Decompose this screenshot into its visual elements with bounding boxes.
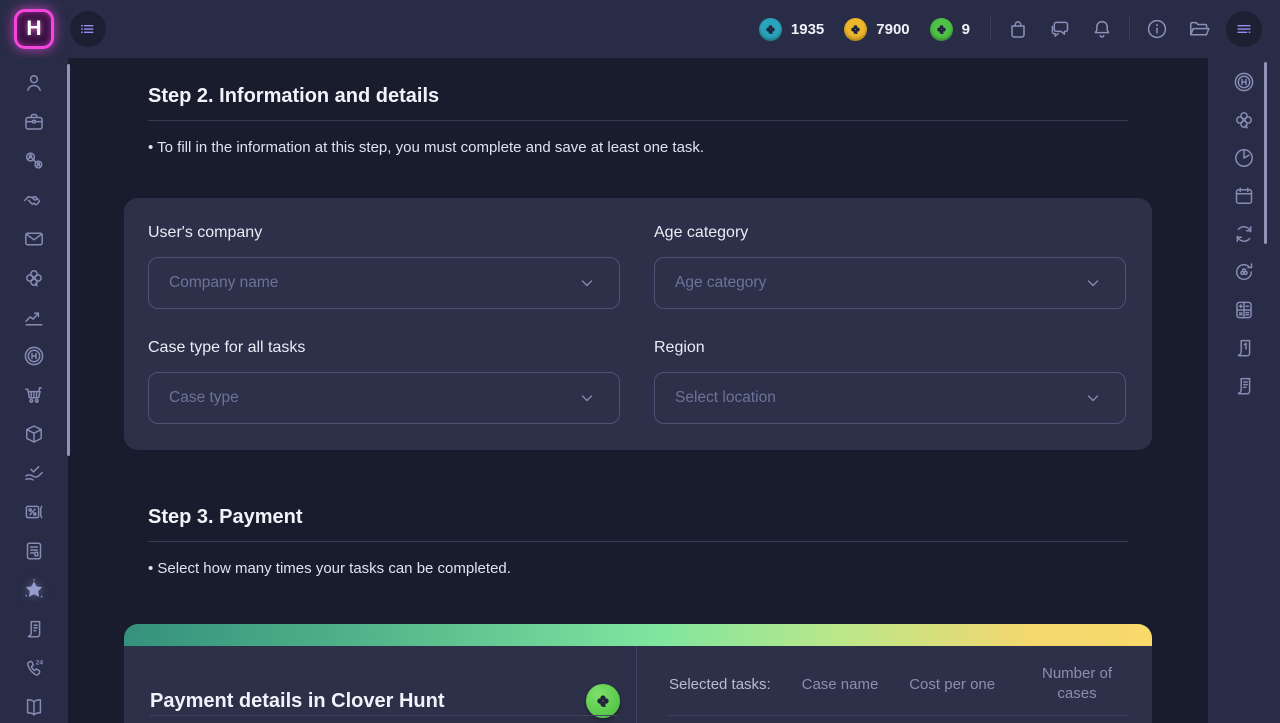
- selected-tasks-table-header: Selected tasks: Case name Cost per one N…: [636, 646, 1152, 723]
- payment-title: Payment details in Clover Hunt: [150, 687, 445, 715]
- clover-coin-green-icon: [930, 18, 953, 41]
- left-sidebar: 24: [0, 58, 68, 723]
- clover-refresh-icon[interactable]: [1232, 260, 1256, 284]
- step3-title: Step 3. Payment: [148, 503, 1128, 531]
- quest-list-button[interactable]: [70, 11, 106, 47]
- company-name-placeholder: Company name: [169, 274, 278, 292]
- step2-title: Step 2. Information and details: [148, 82, 1128, 110]
- payment-details-header: Payment details in Clover Hunt: [124, 646, 636, 723]
- cart-icon[interactable]: [22, 383, 46, 407]
- currency-counter-1: 1935: [759, 18, 824, 41]
- hunt-logo-icon[interactable]: [22, 344, 46, 368]
- column-case-name: Case name: [802, 676, 879, 693]
- hand-check-icon[interactable]: [22, 461, 46, 485]
- refresh-icon[interactable]: [1232, 222, 1256, 246]
- age-category-label: Age category: [654, 222, 1126, 244]
- column-cost-per-one: Cost per one: [909, 676, 995, 693]
- step2-note: • To fill in the information at this ste…: [148, 137, 1128, 158]
- discount-icon[interactable]: [22, 500, 46, 524]
- main-menu-button[interactable]: [1226, 11, 1262, 47]
- step2-section: Step 2. Information and details • To fil…: [124, 82, 1152, 450]
- age-category-select[interactable]: Age category: [654, 257, 1126, 309]
- currency-value: 9: [962, 21, 970, 38]
- field-users-company: User's company Company name: [148, 222, 620, 309]
- folder-icon[interactable]: [1186, 16, 1212, 42]
- receipt-icon[interactable]: [22, 617, 46, 641]
- section-divider: [148, 120, 1128, 121]
- app-logo-letter: H: [26, 17, 41, 41]
- chevron-down-icon: [577, 388, 597, 408]
- payment-gradient-bar: [124, 624, 1152, 646]
- support-24-icon[interactable]: 24: [22, 656, 46, 680]
- chart-icon[interactable]: [22, 305, 46, 329]
- team-icon[interactable]: [22, 149, 46, 173]
- pie-chart-icon[interactable]: [1232, 146, 1256, 170]
- calculator-icon[interactable]: [1232, 298, 1256, 322]
- field-age-category: Age category Age category: [654, 222, 1126, 309]
- chevron-down-icon: [1083, 273, 1103, 293]
- case-type-label: Case type for all tasks: [148, 337, 620, 359]
- package-icon[interactable]: [22, 422, 46, 446]
- company-name-select[interactable]: Company name: [148, 257, 620, 309]
- right-scrollbar[interactable]: [1264, 62, 1267, 244]
- field-region: Region Select location: [654, 337, 1126, 424]
- clover-coin-teal-icon: [759, 18, 782, 41]
- list-menu-icon: [77, 18, 99, 40]
- app-window: H 1935 7900 9 24 Step 2. Information and d…: [0, 0, 1280, 723]
- clover-glyph-icon: [593, 691, 613, 711]
- main-content: Step 2. Information and details • To fil…: [68, 58, 1208, 723]
- menu-lines-icon: [1233, 18, 1255, 40]
- column-number-of-cases: Number of cases: [1026, 664, 1128, 704]
- case-type-placeholder: Case type: [169, 389, 239, 407]
- chat-icon[interactable]: [1047, 16, 1073, 42]
- svg-text:24: 24: [36, 659, 44, 666]
- region-label: Region: [654, 337, 1126, 359]
- left-scrollbar[interactable]: [67, 64, 70, 456]
- guide-book-icon[interactable]: [22, 695, 46, 719]
- currency-counters: 1935 7900 9: [759, 18, 970, 41]
- topbar-divider: [990, 17, 991, 41]
- age-category-placeholder: Age category: [675, 274, 766, 292]
- currency-value: 1935: [791, 21, 824, 38]
- clover-badge-icon: [586, 684, 620, 718]
- clover-icon[interactable]: [1232, 108, 1256, 132]
- currency-counter-3: 9: [930, 18, 970, 41]
- case-type-select[interactable]: Case type: [148, 372, 620, 424]
- step2-form-panel: User's company Company name Age category…: [124, 198, 1152, 450]
- currency-value: 7900: [876, 21, 909, 38]
- topbar-divider: [1129, 17, 1130, 41]
- step3-section: Step 3. Payment • Select how many times …: [124, 503, 1152, 723]
- briefcase-icon[interactable]: [22, 110, 46, 134]
- users-company-label: User's company: [148, 222, 620, 244]
- info-icon[interactable]: [1144, 16, 1170, 42]
- app-logo[interactable]: H: [14, 9, 54, 49]
- form-icon[interactable]: [22, 539, 46, 563]
- payment-panel: Payment details in Clover Hunt Selected …: [124, 624, 1152, 723]
- region-select[interactable]: Select location: [654, 372, 1126, 424]
- star-icon[interactable]: [22, 578, 46, 602]
- mail-icon[interactable]: [22, 227, 46, 251]
- hunt-logo-icon[interactable]: [1232, 70, 1256, 94]
- region-placeholder: Select location: [675, 389, 776, 407]
- receipt-one-icon[interactable]: [1232, 336, 1256, 360]
- clover-icon[interactable]: [22, 266, 46, 290]
- handshake-icon[interactable]: [22, 188, 46, 212]
- topbar: H 1935 7900 9: [0, 0, 1280, 58]
- field-case-type: Case type for all tasks Case type: [148, 337, 620, 424]
- user-icon[interactable]: [22, 71, 46, 95]
- chevron-down-icon: [1083, 388, 1103, 408]
- chevron-down-icon: [577, 273, 597, 293]
- calendar-icon[interactable]: [1232, 184, 1256, 208]
- bell-icon[interactable]: [1089, 16, 1115, 42]
- selected-tasks-label: Selected tasks:: [669, 676, 771, 693]
- step3-note: • Select how many times your tasks can b…: [148, 558, 1128, 579]
- clover-coin-gold-icon: [844, 18, 867, 41]
- receipt-lines-icon[interactable]: [1232, 374, 1256, 398]
- shopping-bag-icon[interactable]: [1005, 16, 1031, 42]
- section-divider: [148, 541, 1128, 542]
- right-sidebar: [1208, 58, 1280, 723]
- currency-counter-2: 7900: [844, 18, 909, 41]
